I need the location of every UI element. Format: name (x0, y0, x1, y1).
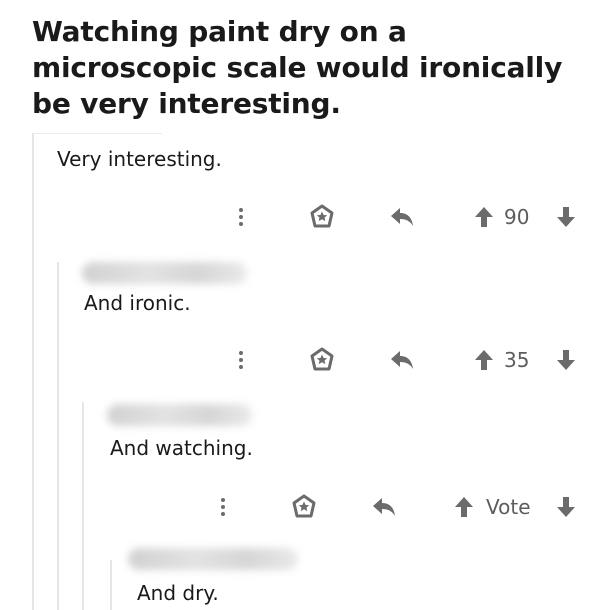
comment-body: And dry. (137, 581, 219, 605)
comment-body: Very interesting. (57, 147, 222, 171)
downvote-arrow-icon[interactable] (554, 345, 578, 375)
reply-icon[interactable] (388, 345, 416, 375)
upvote-arrow-icon[interactable] (472, 202, 496, 232)
upvote-arrow-icon[interactable] (472, 345, 496, 375)
comment-action-bar: 35 (228, 345, 584, 375)
username-redacted (107, 404, 252, 426)
downvote-arrow-icon[interactable] (554, 492, 578, 522)
comment-body: And ironic. (84, 291, 191, 315)
comment-body: And watching. (110, 436, 253, 460)
award-icon[interactable] (308, 202, 336, 232)
thread-line-level-2[interactable] (57, 262, 59, 610)
comment-action-bar: Vote (210, 492, 584, 522)
reply-icon[interactable] (370, 492, 398, 522)
thread-line-level-4[interactable] (110, 560, 112, 610)
vote-score: 35 (504, 348, 530, 372)
vote-score: 90 (504, 205, 530, 229)
vote-label: Vote (486, 495, 531, 519)
thread-line-level-1[interactable] (32, 133, 34, 610)
award-icon[interactable] (308, 345, 336, 375)
post-title: Watching paint dry on a microscopic scal… (32, 15, 563, 120)
downvote-arrow-icon[interactable] (554, 202, 578, 232)
thread-top-rule (32, 133, 162, 134)
username-redacted (128, 548, 298, 570)
award-icon[interactable] (290, 492, 318, 522)
more-options-icon[interactable] (236, 345, 246, 375)
more-options-icon[interactable] (236, 202, 246, 232)
comment-action-bar: 90 (228, 202, 584, 232)
reply-icon[interactable] (388, 202, 416, 232)
thread-line-level-3[interactable] (82, 402, 84, 610)
more-options-icon[interactable] (218, 492, 228, 522)
username-redacted (82, 262, 247, 284)
upvote-arrow-icon[interactable] (452, 492, 476, 522)
